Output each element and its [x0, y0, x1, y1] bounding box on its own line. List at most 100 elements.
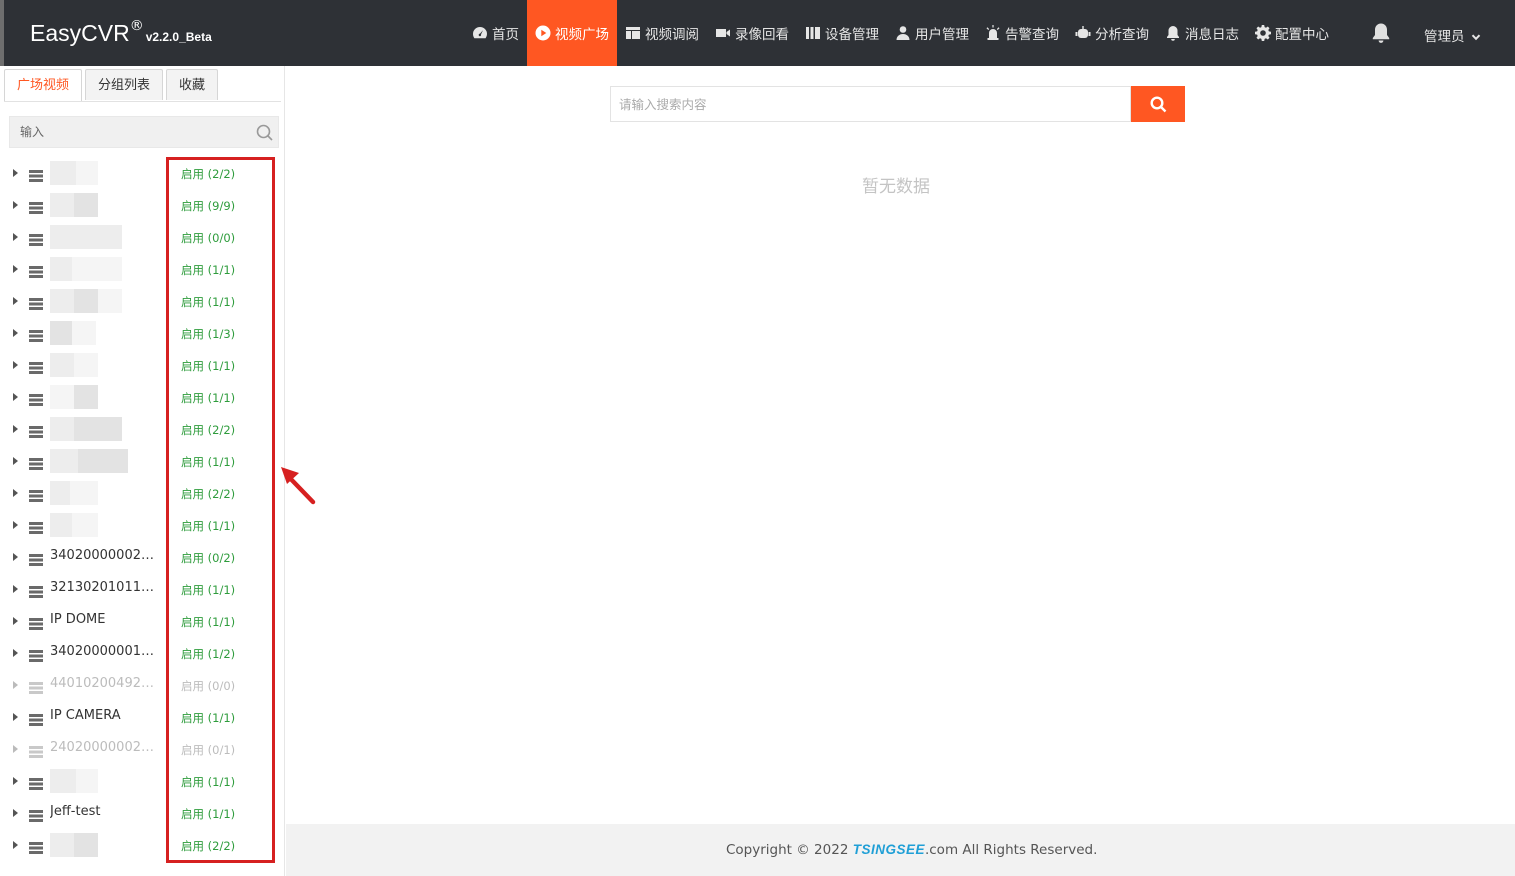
redacted-name: [74, 417, 98, 441]
tree-node[interactable]: 4401020049200... 启用 (0/0): [0, 669, 284, 701]
device-sidebar: 广场视频 分组列表 收藏 启用 (2/2) 启用 (9/9) 启用 (0/0) 启用 …: [0, 66, 285, 876]
tree-search-input[interactable]: [10, 117, 250, 147]
nav-item-message-log[interactable]: 消息日志: [1157, 0, 1247, 66]
caret-right-icon[interactable]: [13, 329, 18, 337]
caret-right-icon[interactable]: [13, 489, 18, 497]
tree-search-box: [9, 116, 279, 148]
redacted-name: [98, 257, 122, 281]
caret-right-icon[interactable]: [13, 361, 18, 369]
caret-right-icon[interactable]: [13, 553, 18, 561]
tree-node[interactable]: 启用 (1/1): [0, 765, 284, 797]
copyright-suffix: .com All Rights Reserved.: [924, 842, 1098, 858]
tree-node[interactable]: 启用 (2/2): [0, 157, 284, 189]
tree-node[interactable]: 3213020101131... 启用 (1/1): [0, 573, 284, 605]
device-status: 启用 (1/1): [181, 583, 236, 597]
device-status: 启用 (0/0): [181, 231, 236, 245]
caret-right-icon[interactable]: [13, 521, 18, 529]
redacted-name: [50, 481, 70, 505]
nav-item-device-management[interactable]: 设备管理: [797, 0, 887, 66]
device-status: 启用 (1/1): [181, 807, 236, 821]
search-icon[interactable]: [256, 124, 273, 141]
tree-node[interactable]: 3402000000132... 启用 (1/2): [0, 637, 284, 669]
device-status: 启用 (0/0): [181, 679, 236, 693]
play-circle-icon: [535, 25, 551, 41]
tree-node[interactable]: 启用 (2/2): [0, 829, 284, 861]
caret-right-icon[interactable]: [13, 745, 18, 753]
device-status: 启用 (1/1): [181, 775, 236, 789]
redacted-name: [72, 513, 98, 537]
caret-right-icon[interactable]: [13, 777, 18, 785]
caret-right-icon[interactable]: [13, 841, 18, 849]
caret-right-icon[interactable]: [13, 457, 18, 465]
nav-item-video-square[interactable]: 视频广场: [527, 0, 617, 66]
tree-node[interactable]: 启用 (2/2): [0, 477, 284, 509]
redacted-name: [50, 513, 72, 537]
server-icon: [29, 455, 43, 470]
server-icon: [29, 295, 43, 310]
empty-state-text: 暂无数据: [862, 177, 930, 197]
tree-node[interactable]: 启用 (1/1): [0, 445, 284, 477]
brand-registered-mark: ®: [129, 18, 144, 34]
device-name: IP DOME: [50, 612, 106, 627]
device-status: 启用 (2/2): [181, 167, 236, 181]
nav-item-analysis-query[interactable]: 分析查询: [1067, 0, 1157, 66]
caret-right-icon[interactable]: [13, 297, 18, 305]
tree-node[interactable]: 启用 (1/1): [0, 349, 284, 381]
dashboard-icon: [473, 27, 487, 39]
tree-node[interactable]: 3402000000200... 启用 (0/2): [0, 541, 284, 573]
device-status: 启用 (2/2): [181, 487, 236, 501]
chevron-down-icon: [1471, 34, 1480, 41]
tab-divider: [4, 101, 281, 102]
search-button[interactable]: [1131, 86, 1185, 122]
tree-node[interactable]: 2402000000200... 启用 (0/1): [0, 733, 284, 765]
nav-item-video-view[interactable]: 视频调阅: [617, 0, 707, 66]
notification-bell-icon[interactable]: [1370, 22, 1392, 44]
app-logo[interactable]: EasyCVR®v2.2.0_Beta: [30, 18, 212, 47]
tab-square-video[interactable]: 广场视频: [4, 69, 83, 102]
caret-right-icon[interactable]: [13, 649, 18, 657]
caret-right-icon[interactable]: [13, 425, 18, 433]
tab-group-list[interactable]: 分组列表: [85, 69, 164, 100]
redacted-name: [50, 769, 76, 793]
caret-right-icon[interactable]: [13, 809, 18, 817]
caret-right-icon[interactable]: [13, 713, 18, 721]
tree-node[interactable]: 启用 (9/9): [0, 189, 284, 221]
server-icon: [29, 679, 43, 694]
tree-node[interactable]: IP CAMERA 启用 (1/1): [0, 701, 284, 733]
redacted-name: [72, 321, 96, 345]
caret-right-icon[interactable]: [13, 681, 18, 689]
caret-right-icon[interactable]: [13, 265, 18, 273]
tree-node[interactable]: 启用 (1/1): [0, 381, 284, 413]
main-search-bar: [610, 86, 1185, 122]
caret-right-icon[interactable]: [13, 617, 18, 625]
caret-right-icon[interactable]: [13, 169, 18, 177]
redacted-name: [72, 257, 98, 281]
nav-item-config-center[interactable]: 配置中心: [1247, 0, 1337, 66]
alarm-icon: [986, 25, 1000, 40]
user-icon: [896, 26, 910, 40]
redacted-name: [74, 193, 98, 217]
nav-item-home[interactable]: 首页: [464, 0, 527, 66]
tree-node[interactable]: 启用 (1/1): [0, 509, 284, 541]
tree-node[interactable]: IP DOME 启用 (1/1): [0, 605, 284, 637]
tree-node[interactable]: 启用 (2/2): [0, 413, 284, 445]
caret-right-icon[interactable]: [13, 233, 18, 241]
main-search-input[interactable]: [610, 86, 1131, 122]
nav-item-alarm-query[interactable]: 告警查询: [977, 0, 1067, 66]
caret-right-icon[interactable]: [13, 201, 18, 209]
user-menu[interactable]: 管理员: [1424, 25, 1481, 45]
server-icon: [29, 359, 43, 374]
caret-right-icon[interactable]: [13, 393, 18, 401]
tab-favorites[interactable]: 收藏: [166, 69, 219, 100]
tree-node[interactable]: Jeff-test 启用 (1/1): [0, 797, 284, 829]
caret-right-icon[interactable]: [13, 585, 18, 593]
tree-node[interactable]: 启用 (1/3): [0, 317, 284, 349]
tree-node[interactable]: 启用 (0/0): [0, 221, 284, 253]
tsingsee-logo[interactable]: TSINGSEE: [853, 842, 925, 857]
nav-item-user-management[interactable]: 用户管理: [887, 0, 977, 66]
redacted-name: [50, 449, 78, 473]
nav-item-playback[interactable]: 录像回看: [707, 0, 797, 66]
tree-node[interactable]: 启用 (1/1): [0, 253, 284, 285]
devices-icon: [806, 27, 820, 39]
tree-node[interactable]: 启用 (1/1): [0, 285, 284, 317]
